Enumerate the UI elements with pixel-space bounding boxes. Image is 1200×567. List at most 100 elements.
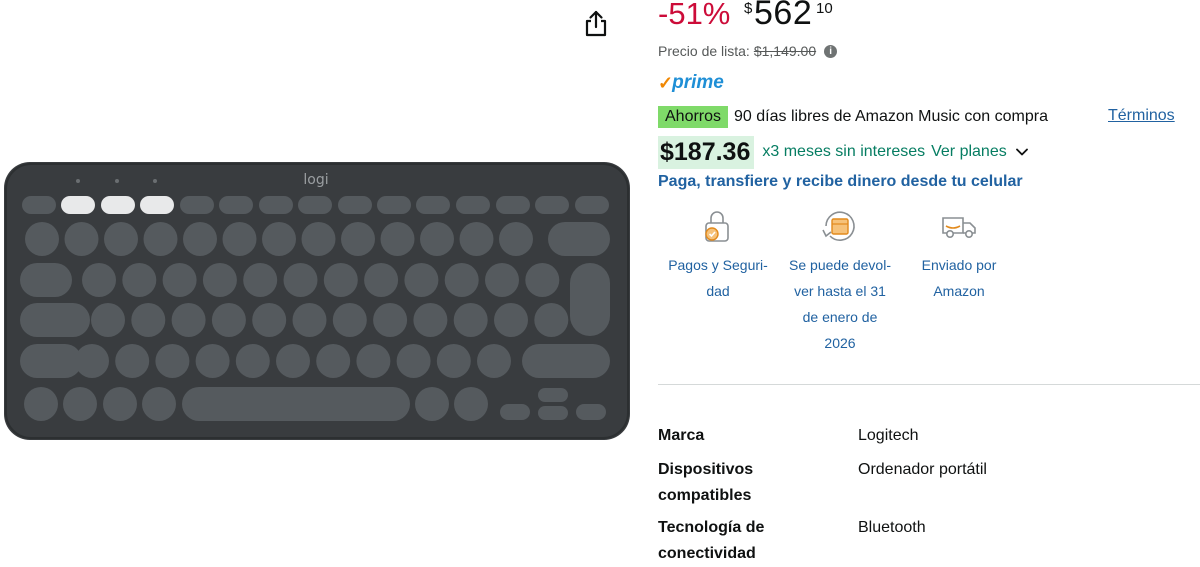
return-box-icon	[822, 211, 855, 241]
price-whole: 562	[754, 0, 813, 32]
keyboard-key	[404, 263, 439, 297]
spec-value-connectivity: Bluetooth	[858, 519, 926, 536]
keyboard-key	[292, 303, 327, 337]
feature-line: 2026	[824, 335, 856, 351]
keyboard-key	[162, 263, 197, 297]
keyboard-key	[142, 387, 176, 421]
spec-label-line: compatibles	[658, 487, 752, 504]
terms-link[interactable]: Términos	[1108, 107, 1175, 125]
keyboard-key	[364, 263, 399, 297]
feature-line: Amazon	[933, 283, 985, 299]
feature-line: Pagos y Seguri-	[668, 257, 768, 273]
keyboard-key	[477, 344, 511, 378]
keyboard-key	[155, 344, 190, 378]
view-plans-link[interactable]: Ver planes	[931, 143, 1007, 161]
keyboard-key	[332, 303, 367, 337]
promo-row: Ahorros 90 días libres de Amazon Music c…	[658, 105, 1048, 129]
keyboard-key	[415, 387, 449, 421]
spec-label-line: Dispositivos	[658, 461, 754, 478]
price-fraction: 10	[816, 0, 833, 17]
keyboard-key	[525, 263, 560, 297]
feature-secure-payments[interactable]: Pagos y Seguri- dad	[658, 206, 778, 304]
spec-label-line: Marca	[658, 427, 705, 444]
keyboard-arrow-key	[538, 388, 568, 402]
delivery-truck-icon	[942, 217, 976, 238]
spec-label-connectivity: Tecnología de conectividad	[658, 515, 808, 567]
keyboard-function-key	[22, 196, 56, 214]
keyboard-key	[413, 303, 448, 337]
keyboard-key	[91, 303, 125, 337]
keyboard-key	[222, 222, 257, 256]
keyboard-key	[82, 263, 116, 297]
keyboard-key	[283, 263, 318, 297]
prime-logo: prime	[672, 72, 724, 93]
keyboard-key	[243, 263, 278, 297]
installment-months: x3 meses sin intereses	[762, 143, 926, 160]
keyboard-backspace-key	[548, 222, 610, 256]
keyboard-function-key	[180, 196, 214, 214]
keyboard-key	[262, 222, 296, 256]
keyboard-function-key	[219, 196, 253, 214]
keyboard-key	[459, 222, 494, 256]
lock-card-icon	[705, 211, 729, 242]
spec-value-compatible-devices: Ordenador portátil	[858, 461, 987, 478]
keyboard-arrow-key	[500, 404, 530, 420]
keyboard-key	[25, 222, 59, 256]
keyboard-key	[131, 303, 166, 337]
discount-percent: -51%	[658, 0, 731, 31]
promo-text: 90 días libres de Amazon Music con compr…	[734, 108, 1048, 125]
keyboard-key	[252, 303, 287, 337]
keyboard-function-key	[377, 196, 411, 214]
keyboard-key	[453, 303, 488, 337]
keyboard-function-key	[338, 196, 372, 214]
keyboard-shift-key	[522, 344, 610, 378]
prime-check-icon: ✓	[658, 72, 674, 93]
list-price-label: Precio de lista:	[658, 43, 750, 59]
keyboard-key	[115, 344, 150, 378]
keyboard-tab-key	[20, 263, 72, 297]
installment-amount: $187.36	[658, 135, 755, 169]
keyboard-key	[211, 303, 246, 337]
keyboard-function-key	[535, 196, 569, 214]
keyboard-key	[380, 222, 415, 256]
feature-line: Se puede devol-	[789, 257, 891, 273]
keyboard-key	[63, 387, 97, 421]
keyboard-key	[202, 263, 237, 297]
keyboard-key	[396, 344, 431, 378]
keyboard-function-key	[259, 196, 293, 214]
keyboard-key	[494, 303, 528, 337]
share-icon[interactable]	[583, 10, 609, 38]
info-icon[interactable]: i	[824, 44, 838, 58]
keyboard-key	[103, 387, 137, 421]
feature-shipped-by-amazon[interactable]: Enviado por Amazon	[905, 206, 1013, 304]
keyboard-key	[235, 344, 270, 378]
product-image-keyboard[interactable]: logi	[4, 162, 630, 440]
keyboard-arrow-key	[538, 406, 568, 420]
keyboard-key	[104, 222, 138, 256]
feature-returns[interactable]: Se puede devol- ver hasta el 31 de enero…	[778, 206, 902, 356]
spec-label-brand: Marca	[658, 423, 808, 449]
keyboard-key	[341, 222, 375, 256]
keyboard-key	[499, 222, 533, 256]
keyboard-key	[534, 303, 569, 337]
keyboard-function-key	[61, 196, 95, 214]
keyboard-enter-key	[570, 263, 610, 336]
keyboard-arrow-key	[576, 404, 606, 420]
feature-line: dad	[706, 283, 730, 299]
payment-banner-link[interactable]: Paga, transfiere y recibe dinero desde t…	[658, 173, 1023, 191]
keyboard-key	[195, 344, 230, 378]
feature-line: ver hasta el 31	[794, 283, 886, 299]
keyboard-key	[323, 263, 358, 297]
keyboard-function-key	[140, 196, 174, 214]
spec-label-line: conectividad	[658, 545, 756, 562]
keyboard-key	[24, 387, 58, 421]
savings-badge: Ahorros	[658, 106, 729, 128]
keyboard-shift-key	[20, 344, 82, 378]
keyboard-key	[356, 344, 391, 378]
feature-line: Enviado por	[921, 257, 997, 273]
chevron-down-icon[interactable]	[1015, 145, 1029, 159]
keyboard-key	[75, 344, 109, 378]
list-price-value: $1,149.00	[753, 43, 817, 59]
keyboard-key	[420, 222, 454, 256]
spec-label-compatible-devices: Dispositivos compatibles	[658, 457, 808, 509]
